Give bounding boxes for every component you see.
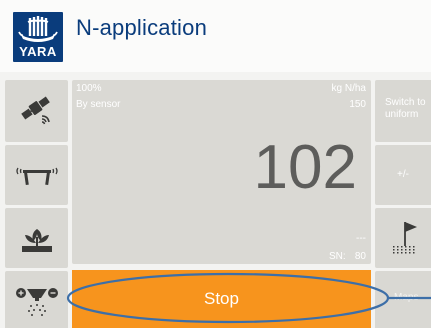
switch-to-uniform-button[interactable]: Switch to uniform [375,80,431,142]
switch-to-uniform-label: Switch to uniform [385,97,426,120]
target-rate: 150 [349,99,366,110]
logo-text: YARA [19,44,57,59]
current-rate-value: 102 [253,133,357,202]
crop-icon [21,229,52,252]
header: YARA N-application [0,0,431,72]
unit-label: kg N/ha [331,83,366,94]
boom-sensor-icon [15,167,58,186]
sn-value: 80 [354,251,366,262]
spreader-button[interactable] [5,271,68,328]
mode-label: By sensor [76,99,121,110]
spreader-icon [15,288,58,316]
stop-label: Stop [204,289,239,308]
app-screen: YARA N-application 100% kg N/ha By senso… [0,0,431,328]
gps-status-button[interactable] [5,80,68,142]
stop-button[interactable]: Stop [72,270,371,328]
rate-display: 100% kg N/ha By sensor 150 102 --- SN: 8… [72,80,371,264]
flag-field-icon [393,222,417,254]
sensor-boom-button[interactable] [5,145,68,205]
crop-button[interactable] [5,208,68,268]
plus-minus-button[interactable]: +/- [375,145,431,205]
maps-label: Maps [394,292,419,303]
percent-label: 100% [76,83,102,94]
dashes-label: --- [356,233,366,244]
yara-logo: YARA [13,12,63,62]
field-flag-button[interactable] [375,208,431,268]
satellite-icon [20,96,50,125]
maps-button[interactable]: Maps [375,271,431,328]
page-title: N-application [76,15,208,40]
plus-minus-label: +/- [397,169,409,180]
sn-label: SN: [329,251,346,262]
